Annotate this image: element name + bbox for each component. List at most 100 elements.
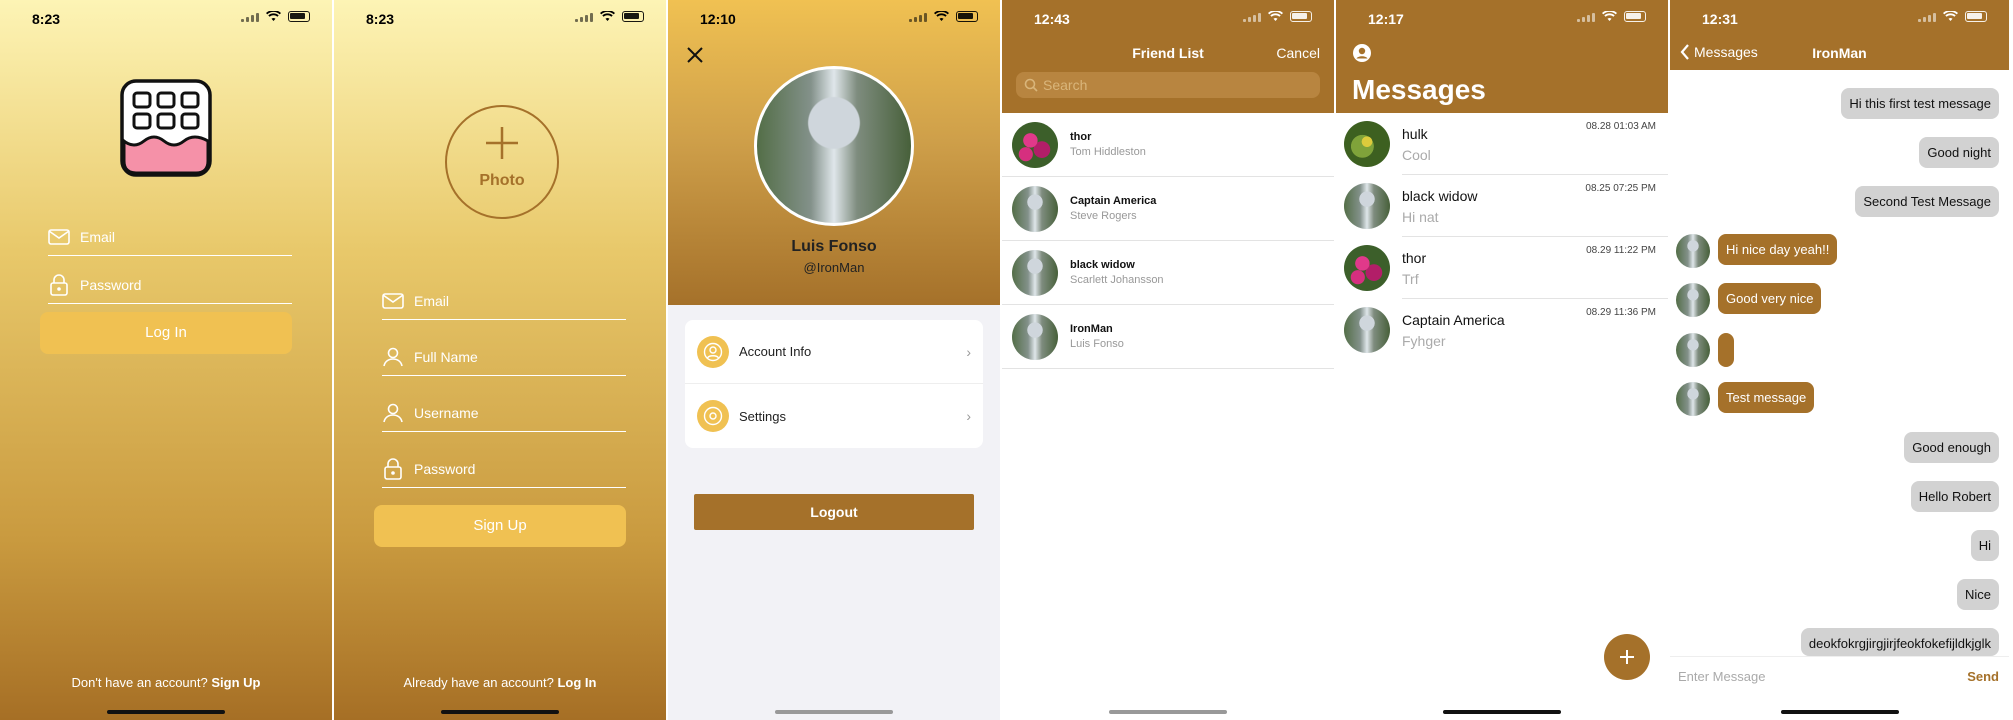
email-field[interactable]: Email <box>382 282 626 320</box>
plus-icon <box>1620 650 1634 664</box>
profile-icon[interactable] <box>1352 43 1372 63</box>
list-item[interactable]: Captain America Steve Rogers <box>1002 177 1334 241</box>
signup-link[interactable]: Sign Up <box>211 675 260 690</box>
last-message: Hi nat <box>1402 208 1439 225</box>
username-field[interactable]: Username <box>382 394 626 432</box>
messages-screen: 12:17 Messages hulk Cool 08.28 01:03 AM bl… <box>1336 0 1670 720</box>
list-item[interactable]: black widow Scarlett Johansson <box>1002 241 1334 305</box>
message-date: 08.25 07:25 PM <box>1585 183 1656 194</box>
message-bubble-received <box>1718 333 1734 367</box>
chat-title: IronMan <box>1812 45 1867 61</box>
account-icon <box>697 335 729 368</box>
menu-settings[interactable]: Settings › <box>685 384 983 448</box>
login-link[interactable]: Log In <box>557 675 596 690</box>
email-placeholder: Email <box>80 228 116 245</box>
password-field[interactable]: Password <box>382 450 626 488</box>
send-button[interactable]: Send <box>1967 669 1999 684</box>
signup-button[interactable]: Sign Up <box>374 505 626 547</box>
status-bar: 12:17 <box>1336 0 1668 36</box>
friend-name: black widow <box>1070 259 1135 271</box>
cancel-button[interactable]: Cancel <box>1276 45 1320 61</box>
search-placeholder: Search <box>1043 77 1088 93</box>
person-icon <box>383 403 403 422</box>
message-bubble-sent: deokfokrgjirgjirjfeokfokefijldkjglk <box>1800 628 1999 656</box>
home-indicator <box>441 710 559 714</box>
last-message: Fyhger <box>1402 332 1446 349</box>
list-item[interactable]: Captain America Fyhger 08.29 11:36 PM <box>1336 299 1668 361</box>
home-indicator <box>1780 710 1899 714</box>
logout-button[interactable]: Logout <box>694 494 974 530</box>
chevron-right-icon: › <box>966 343 971 360</box>
status-icons <box>1577 11 1646 22</box>
email-field[interactable]: Email <box>48 218 292 256</box>
friend-sub: Luis Fonso <box>1070 338 1124 350</box>
message-bubble-sent: Hi this first test message <box>1841 88 1999 119</box>
friend-name: thor <box>1070 131 1092 143</box>
person-icon <box>383 347 403 366</box>
message-input[interactable]: Enter Message <box>1678 669 1938 684</box>
message-date: 08.29 11:36 PM <box>1586 307 1656 318</box>
status-icons <box>575 11 644 22</box>
contact-name: Captain America <box>1402 311 1505 328</box>
photo-label: Photo <box>479 172 525 189</box>
status-bar: 12:43 <box>1002 0 1334 36</box>
email-placeholder: Email <box>414 292 450 309</box>
new-message-button[interactable] <box>1604 634 1650 680</box>
password-field[interactable]: Password <box>48 266 292 304</box>
status-time: 8:23 <box>366 11 395 27</box>
friend-name: IronMan <box>1070 323 1113 335</box>
friend-list-screen: 12:43 Friend List Cancel Search thor Tom … <box>1002 0 1336 720</box>
list-item[interactable]: thor Tom Hiddleston <box>1002 113 1334 177</box>
status-icons <box>909 11 978 22</box>
status-bar: 12:10 <box>668 0 1000 36</box>
settings-icon <box>697 400 729 432</box>
list-item[interactable]: black widow Hi nat 08.25 07:25 PM <box>1336 175 1668 237</box>
message-bubble-received: Hi nice day yeah!! <box>1718 234 1838 265</box>
message-bubble-received: Good very nice <box>1718 283 1822 314</box>
status-time: 12:31 <box>1702 11 1738 27</box>
fullname-field[interactable]: Full Name <box>382 338 626 376</box>
close-icon[interactable] <box>686 46 704 64</box>
list-item[interactable]: IronMan Luis Fonso <box>1002 305 1334 369</box>
envelope-icon <box>48 228 70 245</box>
status-icons <box>1918 11 1987 22</box>
login-button[interactable]: Log In <box>40 312 292 354</box>
avatar <box>1012 121 1058 168</box>
status-icons <box>241 11 310 22</box>
avatar <box>1344 245 1390 291</box>
app-logo <box>120 79 212 177</box>
avatar <box>1676 333 1710 367</box>
status-bar: 8:23 <box>334 0 666 36</box>
status-time: 12:43 <box>1034 11 1070 27</box>
profile-handle: @IronMan <box>803 260 865 275</box>
search-icon <box>1024 78 1038 92</box>
contact-name: hulk <box>1402 125 1428 142</box>
last-message: Cool <box>1402 146 1431 163</box>
menu-label: Settings <box>739 408 786 424</box>
message-bubble-received: Test message <box>1718 382 1815 413</box>
home-indicator <box>1109 710 1227 714</box>
list-item[interactable]: thor Trf 08.29 11:22 PM <box>1336 237 1668 299</box>
home-indicator <box>775 710 893 714</box>
signup-screen: 8:23 Photo Email Full Name Username Pass… <box>334 0 668 720</box>
last-message: Trf <box>1402 270 1419 287</box>
message-bubble-sent: Second Test Message <box>1855 186 1999 217</box>
status-time: 8:23 <box>32 11 61 27</box>
avatar <box>1012 185 1058 232</box>
contact-name: thor <box>1402 249 1427 266</box>
avatar <box>1344 307 1390 353</box>
menu-account-info[interactable]: Account Info › <box>685 320 983 384</box>
list-item[interactable]: hulk Cool 08.28 01:03 AM <box>1336 113 1668 175</box>
avatar <box>1344 121 1390 167</box>
status-bar: 12:31 <box>1670 0 2009 36</box>
profile-avatar[interactable] <box>754 66 914 226</box>
friend-name: Captain America <box>1070 195 1157 207</box>
search-input[interactable]: Search <box>1016 72 1320 98</box>
status-icons <box>1243 11 1312 22</box>
menu-label: Account Info <box>739 344 812 359</box>
login-prompt: Already have an account? Log In <box>334 675 666 690</box>
lock-icon <box>384 457 402 480</box>
add-photo-button[interactable]: Photo <box>445 105 559 219</box>
chat-screen: 12:31 Messages IronMan Hi this first tes… <box>1670 0 2009 720</box>
login-screen: 8:23 Email Password Log In Don't have an… <box>0 0 334 720</box>
